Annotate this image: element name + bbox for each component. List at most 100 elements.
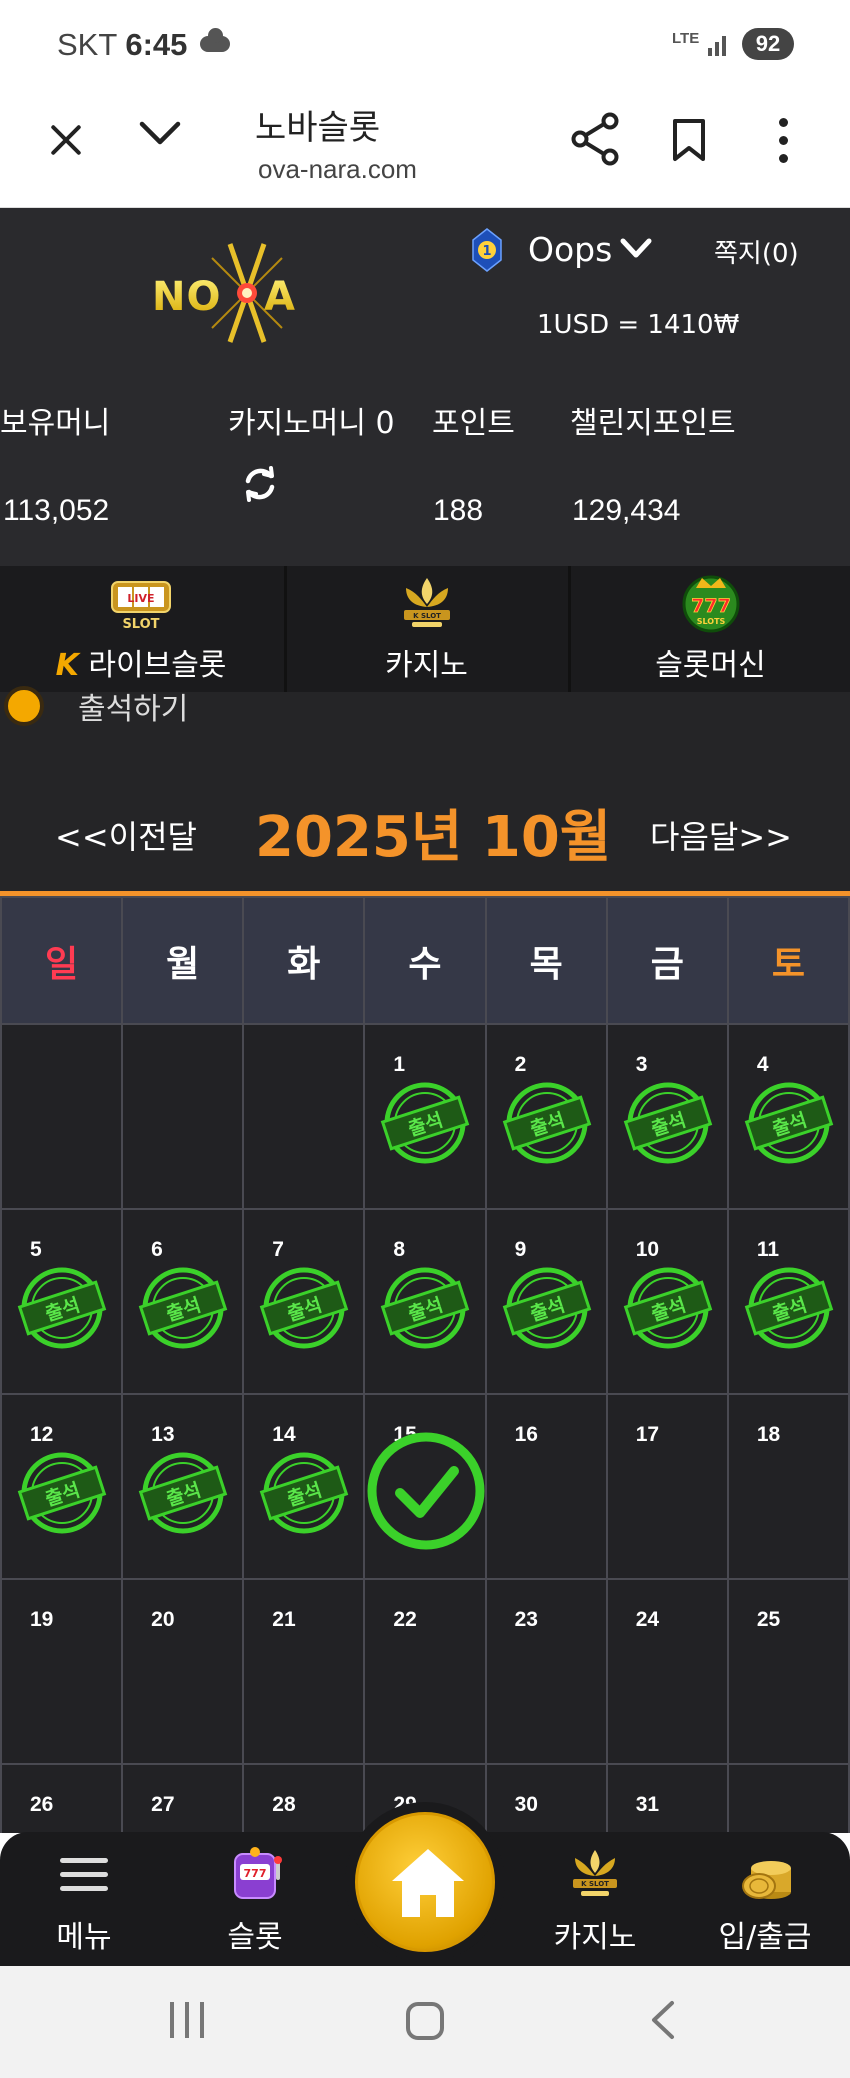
calendar-day-cell[interactable]: 19 [0,1578,124,1765]
weekday-header: 수 [363,896,487,1025]
day-number: 17 [635,1423,660,1446]
weekday-header: 금 [605,896,729,1025]
lte-icon: LTE [672,30,700,47]
tab-slot-machine[interactable]: 777 SLOTS 슬롯머신 [568,566,850,692]
exchange-rate: 1USD = 1410₩ [537,310,740,340]
chevron-down-icon[interactable] [620,238,652,260]
calendar-empty-cell [726,1763,850,1833]
calendar-day-cell[interactable]: 10 출석 [605,1208,729,1395]
calendar-day-cell[interactable]: 4 출석 [726,1023,850,1210]
url-text[interactable]: ova-nara.com [258,154,417,185]
calendar-day-cell[interactable]: 13 출석 [121,1393,245,1580]
weekday-header: 일 [0,896,124,1025]
weekday-header: 목 [484,896,608,1025]
messages-link[interactable]: 쪽지(0) [714,233,799,270]
calendar-empty-cell [0,1023,124,1210]
slot-machine-icon: 777 [234,1847,282,1899]
menu-label: 메뉴 [56,1920,112,1955]
chevron-down-icon[interactable] [138,118,182,148]
carrier-time: SKT 6:45 [57,27,188,62]
calendar-day-cell[interactable]: 28 [242,1763,366,1833]
day-number: 20 [151,1608,175,1631]
calendar-day-cell[interactable]: 15 [363,1393,487,1580]
calendar-day-cell[interactable]: 3 출석 [605,1023,729,1210]
day-number: 26 [30,1793,54,1816]
share-icon[interactable] [570,112,620,166]
deposit-withdraw-button[interactable]: 입/출금 [705,1832,825,1966]
calendar-week-row: 19 20 21 22 23 24 25 [0,1578,850,1765]
points-label: 포인트 [432,406,515,441]
calendar-day-cell[interactable]: 27 [121,1763,245,1833]
prev-month-button[interactable]: <<이전달 [55,812,197,858]
refresh-icon[interactable] [240,464,280,504]
attendance-stamp-icon: 출석 [17,1452,107,1534]
back-icon[interactable] [648,2000,678,2040]
calendar-day-cell[interactable]: 20 [121,1578,245,1765]
calendar-day-cell[interactable]: 25 [726,1578,850,1765]
casino-money-label: 카지노머니 0 [228,406,395,441]
held-money-label: 보유머니 [0,406,111,441]
more-options-icon[interactable] [775,118,791,164]
close-icon[interactable] [46,120,86,160]
calendar-day-cell[interactable]: 9 출석 [484,1208,608,1395]
calendar-day-cell[interactable]: 6 출석 [121,1208,245,1395]
recent-apps-icon[interactable] [170,2002,206,2038]
calendar-day-cell[interactable]: 24 [605,1578,729,1765]
day-number: 5 [30,1238,42,1261]
calendar-day-cell[interactable]: 7 출석 [242,1208,366,1395]
day-number: 7 [272,1238,284,1261]
home-button[interactable] [355,1812,495,1952]
calendar-day-cell[interactable]: 22 [363,1578,487,1765]
day-number: 4 [756,1053,769,1076]
tab-casino[interactable]: K SLOT 카지노 [284,566,566,692]
username[interactable]: Oops [528,230,612,269]
system-home-icon[interactable] [406,2002,444,2040]
calendar-day-cell[interactable]: 1 출석 [363,1023,487,1210]
calendar-day-cell[interactable]: 23 [484,1578,608,1765]
battery-icon: 92 [742,28,794,60]
tab-slot-machine-label: 슬롯머신 [655,648,766,683]
day-number: 8 [393,1238,406,1261]
day-number: 16 [514,1423,538,1446]
k-slot-icon: K SLOT [403,578,450,627]
site-content: NO A 1 Oops 쪽지(0) 1USD = 1410₩ 보유머니 113,… [0,208,850,1833]
k-slot-icon: K SLOT [573,1850,617,1896]
attendance-stamp-icon: 출석 [138,1452,228,1534]
system-navigation-bar [0,1966,850,2078]
live-slot-icon: LIVE SLOT [111,581,171,632]
day-number: 28 [272,1793,296,1816]
calendar-day-cell[interactable]: 30 [484,1763,608,1833]
calendar-day-cell[interactable]: 31 [605,1763,729,1833]
next-month-button[interactable]: 다음달>> [650,812,792,858]
day-number: 2 [514,1053,527,1076]
slot-label: 슬롯 [227,1920,283,1955]
casino-label: 카지노 [553,1920,637,1955]
attendance-stamp-icon: 출석 [744,1267,834,1349]
page-title: 노바슬롯 [255,108,381,148]
calendar-day-cell[interactable]: 18 [726,1393,850,1580]
calendar-day-cell[interactable]: 5 출석 [0,1208,124,1395]
calendar-day-cell[interactable]: 26 [0,1763,124,1833]
day-number: 12 [30,1423,54,1446]
today-check-icon [367,1432,485,1550]
calendar-day-cell[interactable]: 16 [484,1393,608,1580]
tab-live-slot[interactable]: LIVE SLOT K 라이브슬롯 [0,566,282,692]
menu-button[interactable]: 메뉴 [24,1832,144,1966]
calendar-day-cell[interactable]: 14 출석 [242,1393,366,1580]
calendar-day-cell[interactable]: 21 [242,1578,366,1765]
attendance-stamp-icon: 출석 [623,1082,712,1164]
slot-button[interactable]: 777 슬롯 [195,1832,315,1966]
home-icon [392,1849,464,1917]
calendar-day-cell[interactable]: 8 출석 [363,1208,487,1395]
attendance-stamp-icon: 출석 [744,1082,834,1164]
casino-button[interactable]: K SLOT 카지노 [535,1832,655,1966]
calendar-day-cell[interactable]: 2 출석 [484,1023,608,1210]
bookmark-icon[interactable] [672,118,706,162]
home-button-wrapper [345,1802,505,1962]
calendar-day-cell[interactable]: 17 [605,1393,729,1580]
svg-text:1: 1 [482,244,491,259]
calendar-day-cell[interactable]: 12 출석 [0,1393,124,1580]
nova-logo[interactable]: NO A [152,238,342,348]
calendar-day-cell[interactable]: 11 출석 [726,1208,850,1395]
browser-toolbar: 노바슬롯 ova-nara.com [0,90,850,208]
